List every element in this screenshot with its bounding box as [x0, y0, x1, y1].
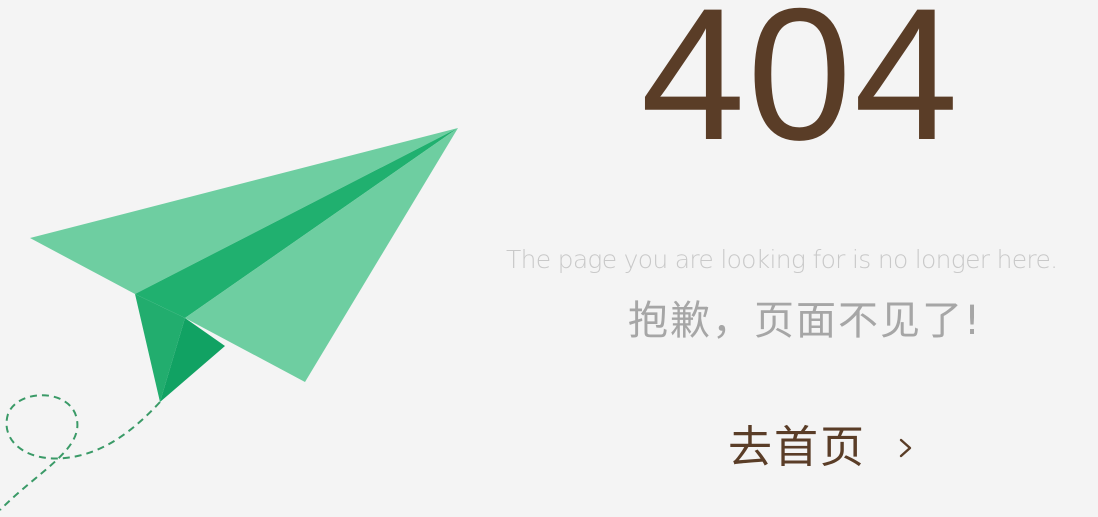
paper-plane-icon [0, 128, 458, 511]
go-home-link[interactable]: 去首页 [728, 420, 914, 476]
error-code-heading: 404 [640, 0, 961, 179]
go-home-label: 去首页 [728, 422, 866, 473]
error-subtitle: The page you are looking for is no longe… [506, 245, 1058, 274]
flight-trail [0, 394, 161, 511]
error-message: 抱歉，页面不见了! [627, 298, 983, 344]
error-page: 404 The page you are looking for is no l… [0, 0, 1098, 517]
chevron-right-icon [899, 438, 912, 458]
